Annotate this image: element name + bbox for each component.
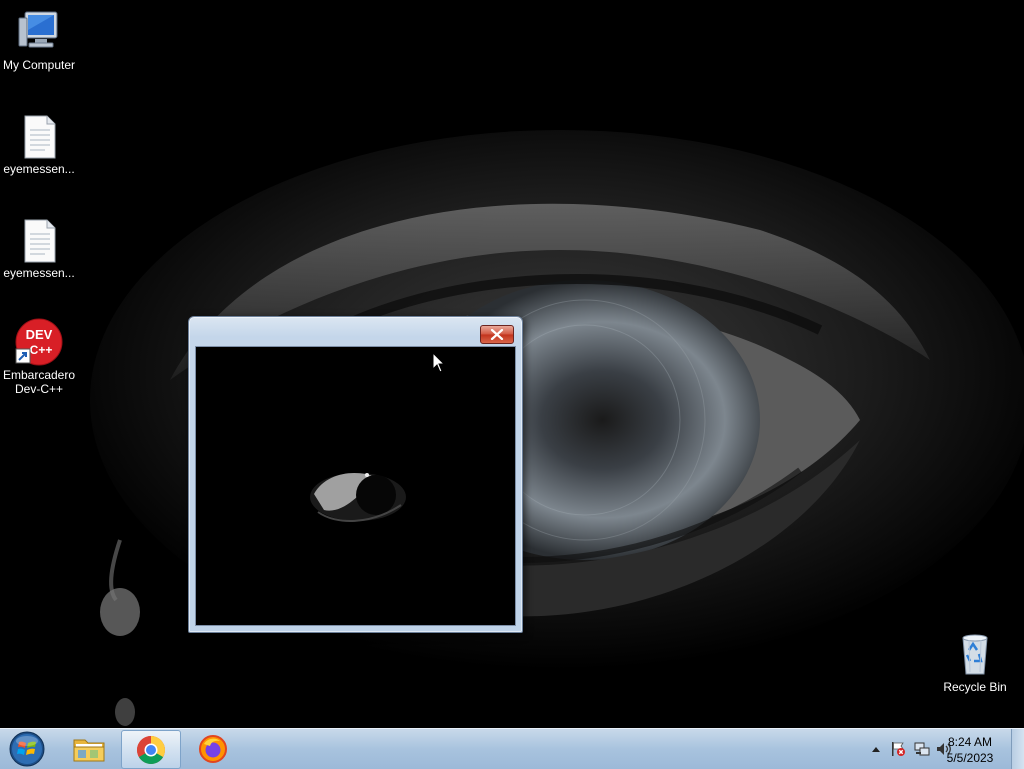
taskbar-explorer-button[interactable]: [60, 730, 118, 767]
chrome-icon: [137, 735, 165, 764]
clock-time: 8:24 AM: [947, 735, 993, 749]
desktop-icon-my-computer[interactable]: My Computer: [0, 8, 78, 72]
text-file-icon: [15, 112, 63, 160]
system-tray: 8:24 AM 5/5/2023: [844, 729, 1024, 769]
show-hidden-icons-icon[interactable]: [868, 741, 884, 757]
devcpp-badge-text-top: DEV: [26, 327, 53, 342]
desktop-icon-label: My Computer: [2, 58, 76, 72]
network-icon[interactable]: [914, 741, 930, 757]
folder-icon: [73, 739, 105, 761]
taskbar: 8:24 AM 5/5/2023: [0, 728, 1024, 769]
windows-start-orb-icon: [9, 731, 45, 767]
desktop-icon-label: eyemessen...: [3, 266, 75, 280]
desktop-icon-devcpp[interactable]: DEV C++ Embarcadero Dev-C++: [0, 318, 78, 396]
desktop-icon-text-file[interactable]: eyemessen...: [0, 216, 78, 280]
animated-eye-image: [196, 347, 515, 625]
text-file-icon: [15, 216, 63, 264]
desktop-icon-text-file[interactable]: eyemessen...: [0, 112, 78, 176]
mouse-cursor-icon: [432, 352, 446, 373]
app-window[interactable]: [188, 316, 523, 633]
action-center-flag-icon[interactable]: [890, 741, 906, 757]
start-button[interactable]: [4, 729, 50, 769]
clock-date: 5/5/2023: [946, 751, 994, 765]
desktop[interactable]: My Computer eyemessen... eyemessen... DE…: [0, 0, 1024, 728]
desktop-icon-label: Embarcadero Dev-C++: [2, 368, 76, 396]
desktop-icon-label: eyemessen...: [3, 162, 75, 176]
taskbar-clock[interactable]: 8:24 AM 5/5/2023: [940, 734, 1000, 766]
devcpp-icon: DEV C++: [15, 318, 63, 366]
taskbar-chrome-button[interactable]: [121, 730, 181, 769]
recycle-bin-icon: [951, 630, 999, 678]
firefox-icon: [199, 734, 227, 763]
devcpp-badge-text-bottom: C++: [30, 343, 53, 357]
show-desktop-button[interactable]: [1011, 729, 1024, 769]
close-icon: [490, 329, 504, 340]
computer-icon: [15, 8, 63, 56]
taskbar-firefox-button[interactable]: [184, 730, 242, 767]
close-button[interactable]: [480, 325, 514, 344]
window-canvas[interactable]: [195, 346, 516, 626]
desktop-icon-label: Recycle Bin: [943, 680, 1007, 694]
desktop-icon-recycle-bin[interactable]: Recycle Bin: [936, 630, 1014, 694]
